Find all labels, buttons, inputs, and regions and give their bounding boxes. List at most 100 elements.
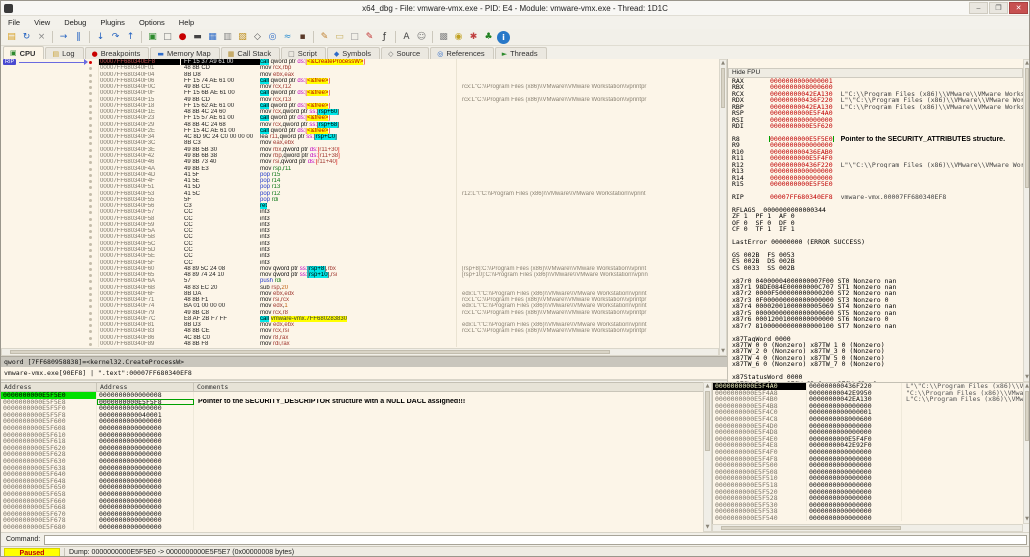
stack-row[interactable]: 0000000000E5F4A0 000000000436F220 L"\"C:\\…	[713, 383, 1023, 390]
row-dot-icon[interactable]	[89, 342, 92, 346]
calculator-icon[interactable]: ▩	[437, 31, 450, 44]
dump-row[interactable]: 0000000000E5F670 0000000000000000	[1, 510, 703, 518]
row-dot-icon[interactable]	[89, 86, 92, 90]
label-icon[interactable]: □	[348, 31, 361, 44]
font-icon[interactable]: A	[400, 31, 413, 44]
disassembly-hscrollbar[interactable]	[1, 348, 719, 356]
stack-vscrollbar[interactable]: ▲ ▼	[1023, 382, 1029, 524]
stack-row[interactable]: 0000000000E5F518 0000000000000000	[713, 481, 1023, 489]
dump-row[interactable]: 0000000000E5F600 0000000000000000	[1, 418, 703, 425]
dump-row[interactable]: 0000000000E5F5F8 0000000000040001	[1, 411, 703, 419]
row-dot-icon[interactable]	[89, 192, 92, 196]
dump-vscrollbar[interactable]: ▲ ▼	[703, 382, 712, 532]
tab-call-stack[interactable]: ▦ Call Stack	[220, 47, 281, 59]
dump-row[interactable]: 0000000000E5F650 0000000000000000	[1, 484, 703, 491]
step-into-icon[interactable]: ↓	[94, 31, 107, 44]
stack-hscrollbar[interactable]	[712, 524, 1023, 532]
pause-icon[interactable]: ‖	[72, 31, 85, 44]
stack-row[interactable]: 0000000000E5F520 0000000000000000	[713, 488, 1023, 496]
row-dot-icon[interactable]	[89, 180, 92, 184]
stack-row[interactable]: 0000000000E5F4E0 0000000000E5F4F0	[713, 435, 1023, 443]
row-dot-icon[interactable]	[89, 255, 92, 259]
stack-row[interactable]: 0000000000E5F528 0000000000000000	[713, 495, 1023, 502]
log-icon[interactable]: ▧	[236, 31, 249, 44]
dump-row[interactable]: 0000000000E5F668 0000000000000000	[1, 504, 703, 511]
seh-chain-icon[interactable]: ▥	[221, 31, 234, 44]
menu-item-help[interactable]: Help	[172, 16, 201, 29]
dump-row[interactable]: 0000000000E5F658 0000000000000000	[1, 490, 703, 498]
favourites-icon[interactable]: ✱	[467, 31, 480, 44]
row-dot-icon[interactable]	[89, 230, 92, 234]
stack-row[interactable]: 0000000000E5F4E8 00000000042E92F0	[713, 442, 1023, 449]
row-dot-icon[interactable]	[89, 167, 92, 171]
scroll-up-icon[interactable]: ▲	[720, 60, 726, 67]
tab-symbols[interactable]: ◆ Symbols	[326, 47, 381, 59]
row-dot-icon[interactable]	[89, 173, 92, 177]
row-dot-icon[interactable]	[89, 330, 92, 334]
dump-row[interactable]: 0000000000E5F628 0000000000000000	[1, 451, 703, 458]
row-dot-icon[interactable]	[89, 161, 92, 165]
dump-row[interactable]: 0000000000E5F638 0000000000000000	[1, 464, 703, 472]
tab-cpu[interactable]: ▣ CPU	[3, 46, 45, 59]
scroll-down-icon[interactable]: ▼	[704, 524, 711, 531]
row-dot-icon[interactable]	[89, 292, 92, 296]
row-dot-icon[interactable]	[89, 305, 92, 309]
plugins-icon[interactable]: ♣	[482, 31, 495, 44]
stack-row[interactable]: 0000000000E5F4F8 0000000000000000	[713, 455, 1023, 463]
row-dot-icon[interactable]	[89, 67, 92, 71]
stack-row[interactable]: 0000000000E5F4F0 0000000000000000	[713, 448, 1023, 456]
row-dot-icon[interactable]	[89, 79, 92, 83]
row-dot-icon[interactable]	[89, 311, 92, 315]
about-icon[interactable]: i	[497, 30, 510, 44]
stack-row[interactable]: 0000000000E5F508 0000000000000000	[713, 468, 1023, 476]
close-debuggee-icon[interactable]: ×	[35, 31, 48, 44]
source-icon[interactable]: ◇	[251, 31, 264, 44]
row-dot-icon[interactable]	[89, 148, 92, 152]
scroll-down-icon[interactable]: ▼	[720, 348, 726, 355]
scroll-down-icon[interactable]: ▼	[1024, 374, 1029, 381]
menu-item-debug[interactable]: Debug	[57, 16, 93, 29]
stack-row[interactable]: 0000000000E5F4B8 0000000000000000	[713, 402, 1023, 410]
menu-item-options[interactable]: Options	[132, 16, 172, 29]
close-button[interactable]: ✕	[1009, 2, 1028, 14]
dump-row[interactable]: 0000000000E5F648 0000000000000000	[1, 477, 703, 485]
row-dot-icon[interactable]	[89, 73, 92, 77]
cpu-icon[interactable]: ▣	[146, 31, 159, 44]
handles-icon[interactable]: ▪	[296, 31, 309, 44]
open-file-icon[interactable]: ▤	[5, 31, 18, 44]
row-dot-icon[interactable]	[89, 336, 92, 340]
menu-item-view[interactable]: View	[27, 16, 57, 29]
row-dot-icon[interactable]	[89, 242, 92, 246]
stack-row[interactable]: 0000000000E5F540 0000000000000000	[713, 514, 1023, 522]
scroll-up-icon[interactable]: ▲	[1024, 383, 1029, 390]
row-dot-icon[interactable]	[89, 104, 92, 108]
row-dot-icon[interactable]	[89, 142, 92, 146]
stack-row[interactable]: 0000000000E5F4C0 0000000000000001	[713, 409, 1023, 416]
row-dot-icon[interactable]	[89, 274, 92, 278]
scroll-down-icon[interactable]: ▼	[1024, 516, 1029, 523]
row-dot-icon[interactable]	[89, 261, 92, 265]
tab-log[interactable]: ▤ Log	[45, 47, 84, 59]
step-over-icon[interactable]: ↷	[109, 31, 122, 44]
disassembly-view[interactable]: 00007FF680340EF8 FF 15 37 A9 61 00 call qw…	[1, 59, 719, 348]
run-icon[interactable]: →	[57, 31, 70, 44]
stack-row[interactable]: 0000000000E5F500 0000000000000000	[713, 462, 1023, 469]
dump-row[interactable]: 0000000000E5F5F0 0000000000000000	[1, 405, 703, 412]
row-dot-icon[interactable]	[89, 317, 92, 321]
dump-row[interactable]: 0000000000E5F630 0000000000000000	[1, 457, 703, 465]
assemble-icon[interactable]: ✎	[318, 31, 331, 44]
dump-panel[interactable]: Address Address Comments 0000000000E5F5E…	[1, 382, 703, 532]
stack-row[interactable]: 0000000000E5F4D0 0000000000000000	[713, 422, 1023, 430]
dump-row[interactable]: 0000000000E5F610 0000000000000000	[1, 431, 703, 439]
stack-row[interactable]: 0000000000E5F530 0000000000000000	[713, 501, 1023, 509]
patches-icon[interactable]: ◉	[452, 31, 465, 44]
scroll-up-icon[interactable]: ▲	[704, 383, 711, 390]
tab-breakpoints[interactable]: ● Breakpoints	[84, 47, 150, 59]
row-dot-icon[interactable]	[89, 117, 92, 121]
restart-icon[interactable]: ↻	[20, 31, 33, 44]
stack-row[interactable]: 0000000000E5F4C8 0000000008000600	[713, 415, 1023, 423]
disassembly-vscrollbar[interactable]: ▲ ▼	[719, 59, 727, 356]
dump-row[interactable]: 0000000000E5F680 0000000000000000	[1, 523, 703, 531]
row-dot-icon[interactable]	[89, 286, 92, 290]
registers-vscrollbar[interactable]: ▲ ▼	[1023, 59, 1029, 382]
